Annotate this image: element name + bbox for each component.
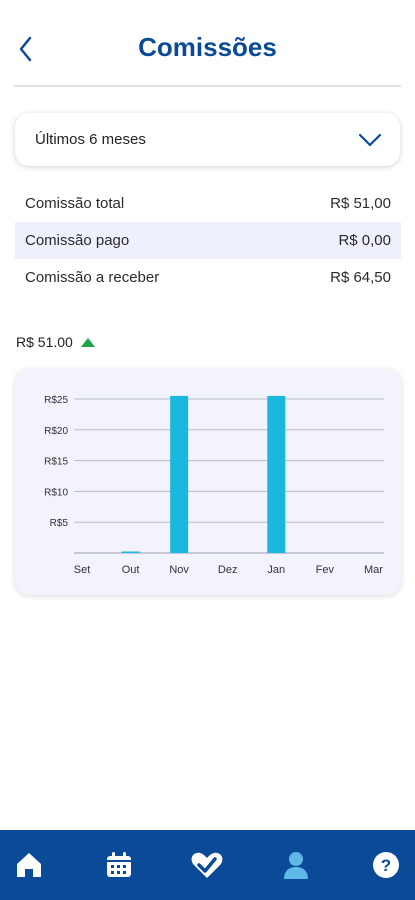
nav-help[interactable]: ?: [369, 848, 403, 882]
header-divider: [14, 85, 401, 87]
x-tick-label: Set: [74, 564, 91, 576]
chevron-down-icon: [358, 133, 382, 147]
x-tick-label: Fev: [316, 564, 335, 576]
user-icon: [284, 852, 308, 879]
bottom-navigation: ?: [0, 830, 415, 900]
trend-up-icon: [80, 337, 95, 347]
y-tick-label: R$5: [50, 518, 69, 529]
help-icon: ?: [373, 852, 399, 878]
nav-calendar[interactable]: [102, 848, 136, 882]
y-tick-label: R$20: [44, 426, 68, 437]
page-title: Comissões: [138, 32, 277, 62]
summary-row-receivable: Comissão a receber R$ 64,50: [15, 259, 401, 296]
nav-profile[interactable]: [279, 848, 313, 882]
calendar-icon: [107, 852, 131, 877]
summary-row-paid: Comissão pago R$ 0,00: [15, 222, 401, 259]
x-tick-label: Mar: [364, 564, 383, 576]
summary-value: R$ 51,00: [330, 195, 391, 212]
header: Comissões: [0, 0, 415, 87]
y-tick-label: R$10: [44, 487, 68, 498]
total-indicator: R$ 51.00: [16, 334, 95, 350]
x-tick-label: Out: [122, 564, 140, 576]
total-value: R$ 51.00: [16, 334, 73, 350]
chart-bar[interactable]: [267, 395, 286, 553]
summary-label: Comissão pago: [25, 232, 130, 249]
x-tick-label: Nov: [169, 564, 189, 576]
summary-value: R$ 0,00: [338, 232, 391, 249]
period-select[interactable]: Últimos 6 meses: [15, 113, 400, 166]
summary-value: R$ 64,50: [330, 269, 391, 286]
summary-label: Comissão total: [25, 195, 125, 212]
chart-svg: R$5 R$10 R$15 R$20 R$25 Set Out Nov Dez Jan Fev Mar: [44, 395, 384, 576]
period-select-value: Últimos 6 meses: [35, 131, 146, 148]
heart-icon: [191, 852, 223, 878]
commission-summary: Comissão total R$ 51,00 Comissão pago R$…: [15, 185, 401, 296]
x-tick-label: Jan: [267, 564, 285, 576]
y-tick-label: R$25: [44, 395, 68, 406]
nav-home[interactable]: [12, 848, 46, 882]
x-tick-label: Dez: [218, 564, 238, 576]
svg-text:?: ?: [381, 856, 391, 875]
y-tick-label: R$15: [44, 457, 68, 468]
home-icon: [17, 853, 41, 877]
commission-chart: R$5 R$10 R$15 R$20 R$25 Set Out Nov Dez Jan Fev Mar: [15, 369, 401, 595]
summary-label: Comissão a receber: [25, 269, 160, 286]
chart-bar[interactable]: [170, 395, 189, 553]
chart-bar[interactable]: [121, 551, 140, 554]
summary-row-total: Comissão total R$ 51,00: [15, 185, 401, 222]
nav-heart[interactable]: [190, 848, 224, 882]
